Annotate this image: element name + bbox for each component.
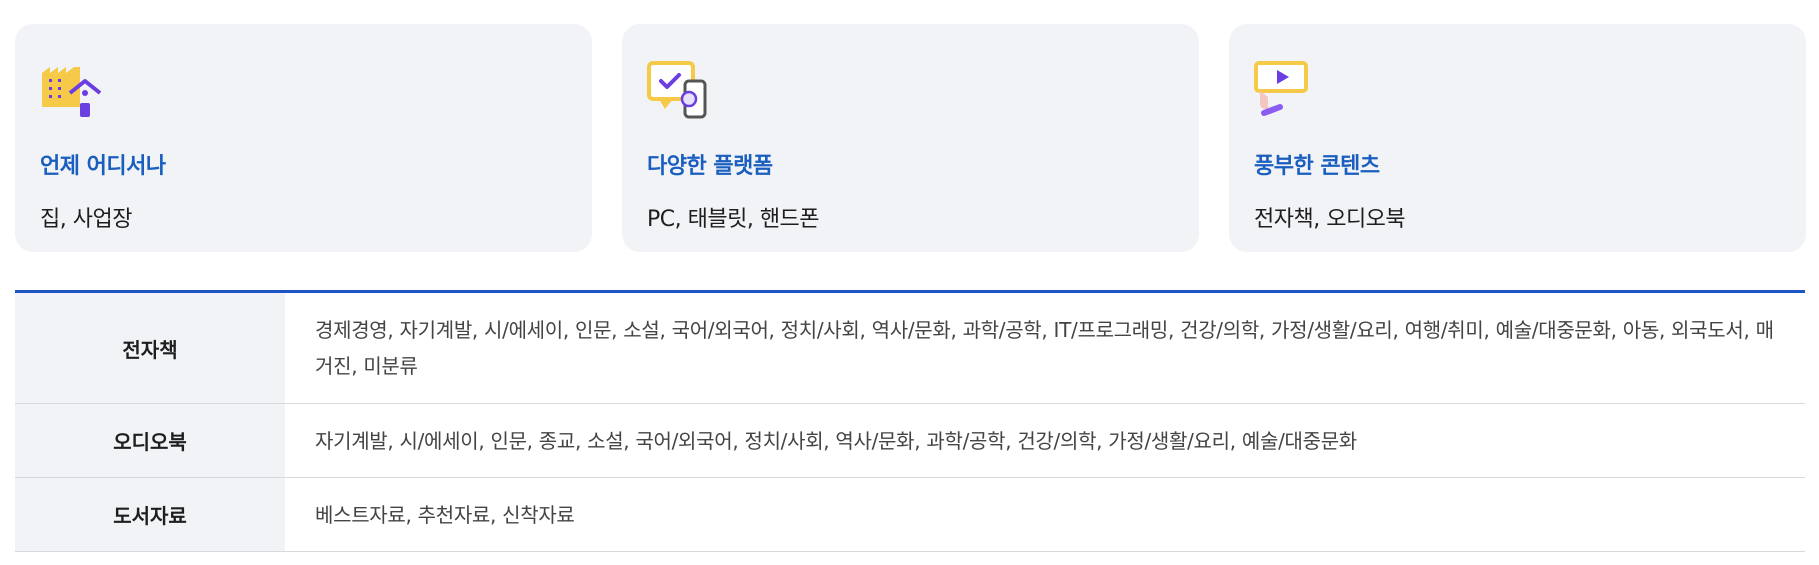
table-row: 오디오북 자기계발, 시/에세이, 인문, 종교, 소설, 국어/외국어, 정치… [15,404,1805,478]
feature-card-contents: 풍부한 콘텐츠 전자책, 오디오북 [1229,24,1806,252]
row-categories: 베스트자료, 추천자료, 신착자료 [315,502,575,527]
card-description: 전자책, 오디오북 [1254,207,1406,232]
row-categories: 자기계발, 시/에세이, 인문, 종교, 소설, 국어/외국어, 정치/사회, … [315,428,1357,453]
feature-cards: 언제 어디서나 집, 사업장 다양한 플랫폼 PC, 태블릿, 핸드폰 풍부한 … [15,24,1806,252]
feature-card-anywhere: 언제 어디서나 집, 사업장 [15,24,592,252]
card-title: 다양한 플랫폼 [647,154,773,179]
feature-card-platforms: 다양한 플랫폼 PC, 태블릿, 핸드폰 [622,24,1199,252]
table-row: 전자책 경제경영, 자기계발, 시/에세이, 인문, 소설, 국어/외국어, 정… [15,293,1805,404]
card-title: 언제 어디서나 [40,154,166,179]
card-description: 집, 사업장 [40,207,132,232]
card-description: PC, 태블릿, 핸드폰 [647,207,820,232]
table-row: 도서자료 베스트자료, 추천자료, 신착자료 [15,478,1805,552]
factory-home-icon [42,67,102,117]
monitor-mobile-icon [647,61,707,119]
row-header-books: 도서자료 [15,478,285,551]
row-categories: 경제경영, 자기계발, 시/에세이, 인문, 소설, 국어/외국어, 정치/사회… [315,318,1774,378]
video-content-icon [1254,61,1308,116]
row-header-audiobook: 오디오북 [15,404,285,477]
card-title: 풍부한 콘텐츠 [1254,154,1380,179]
row-header-ebook: 전자책 [15,293,285,403]
category-table: 전자책 경제경영, 자기계발, 시/에세이, 인문, 소설, 국어/외국어, 정… [15,290,1805,552]
